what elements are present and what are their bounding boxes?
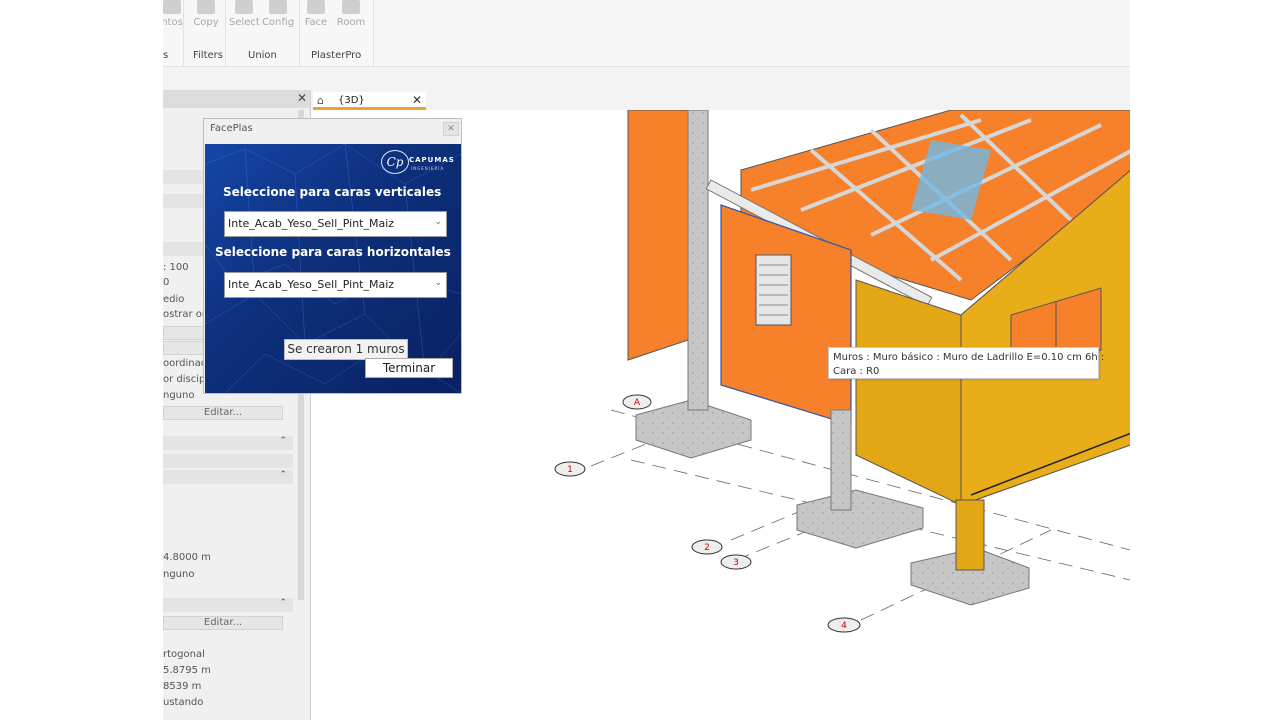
properties-close-button[interactable]: ✕ (297, 91, 307, 105)
vertical-faces-select[interactable]: Inte_Acab_Yeso_Sell_Pint_Maiz ⌄ (224, 211, 447, 237)
horizontal-faces-select[interactable]: Inte_Acab_Yeso_Sell_Pint_Maiz ⌄ (224, 272, 447, 298)
dialog-body: Cp CAPUMAS INGENIERIA Seleccione para ca… (205, 144, 461, 393)
select-value: Inte_Acab_Yeso_Sell_Pint_Maiz (228, 278, 395, 291)
copy-icon (197, 0, 215, 14)
tab-label: {3D} (338, 95, 365, 106)
wall-left[interactable] (627, 110, 689, 361)
edit-button[interactable]: Editar... (163, 406, 283, 420)
logo-name: CAPUMAS (409, 156, 455, 164)
properties-section-header[interactable]: ⌃ (163, 598, 293, 612)
select-icon (235, 0, 253, 14)
ribbon-group-union: Union (248, 50, 277, 61)
ribbon-button-room[interactable]: Room (335, 0, 367, 40)
tab-close-button[interactable]: ✕ (412, 93, 422, 107)
vertical-faces-label: Seleccione para caras verticales (223, 185, 442, 199)
properties-section-header[interactable] (163, 454, 293, 468)
ribbon-options-bar (163, 66, 1130, 90)
ribbon-separator (373, 0, 374, 66)
ribbon-button-label: Config (261, 17, 295, 28)
column (687, 110, 709, 411)
grid-label-3: 3 (733, 558, 739, 568)
properties-section-header[interactable]: ⌃ (163, 436, 293, 450)
grid-label-1: 1 (567, 465, 573, 475)
faceplas-dialog: FacePlas ✕ Cp CAPUMAS INGENIERIA Selecci… (203, 118, 462, 394)
ribbon-group-filters: Filters (193, 50, 223, 61)
property-value: 0 (163, 277, 170, 288)
chevron-down-icon: ⌄ (434, 217, 442, 227)
chevron-down-icon: ⌄ (434, 278, 442, 288)
ribbon-button-label: Face (304, 17, 328, 28)
property-value: nguno (163, 569, 195, 580)
ribbon-button-label: Room (336, 17, 366, 28)
horizontal-faces-label: Seleccione para caras horizontales (215, 245, 451, 259)
tooltip-line: Muros : Muro básico : Muro de Ladrillo E… (833, 352, 1105, 363)
property-value: oordinac (163, 358, 207, 369)
collapse-icon: ⌃ (279, 470, 287, 480)
column-yellow (955, 499, 985, 571)
property-value: nguno (163, 390, 195, 401)
column (830, 409, 852, 511)
ribbon-separator (225, 0, 226, 66)
ribbon-button-config[interactable]: Config (261, 0, 295, 40)
dialog-title: FacePlas (210, 123, 253, 134)
ribbon-button-copy[interactable]: Copy (193, 0, 219, 40)
grid-label-a: A (634, 398, 641, 408)
capumas-logo-icon: Cp (381, 150, 409, 174)
property-value: 8539 m (163, 681, 202, 692)
ribbon-button-label: Select (229, 17, 260, 28)
ribbon: ntos Copy Select Config Face Room s Filt… (163, 0, 1130, 90)
status-message: Se crearon 1 muros (284, 339, 408, 360)
room-icon (342, 0, 360, 14)
properties-header: ✕ (163, 90, 310, 108)
property-value: : 100 (163, 262, 189, 273)
finish-button[interactable]: Terminar (365, 358, 453, 378)
ribbon-button-face[interactable]: Face (301, 0, 331, 40)
tab-3d-view[interactable]: ⌂ {3D} ✕ (313, 92, 426, 110)
home-icon: ⌂ (317, 94, 324, 107)
grid-label-4: 4 (841, 621, 847, 631)
select-value: Inte_Acab_Yeso_Sell_Pint_Maiz (228, 217, 395, 230)
ribbon-button-select[interactable]: Select (229, 0, 260, 40)
ribbon-group-label: s (163, 50, 169, 61)
grid-label-2: 2 (704, 543, 710, 553)
ribbon-button-label: Copy (193, 17, 219, 28)
ribbon-separator (183, 0, 184, 66)
property-value: or discipl (163, 374, 209, 385)
properties-section-header[interactable]: ⌃ (163, 470, 293, 484)
elements-icon (163, 0, 181, 14)
collapse-icon: ⌃ (279, 598, 287, 608)
app-window: ntos Copy Select Config Face Room s Filt… (163, 0, 1130, 720)
element-tooltip: Muros : Muro básico : Muro de Ladrillo E… (828, 347, 1105, 379)
edit-button[interactable]: Editar... (163, 616, 283, 630)
ribbon-separator (299, 0, 300, 66)
config-icon (269, 0, 287, 14)
collapse-icon: ⌃ (279, 436, 287, 446)
tooltip-line: Cara : R0 (833, 366, 880, 377)
property-value: rtogonal (163, 649, 205, 660)
dialog-close-button[interactable]: ✕ (443, 122, 459, 136)
face-icon (307, 0, 325, 14)
property-value: edio (163, 294, 185, 305)
property-value: ustando (163, 697, 204, 708)
property-value: ostrar or (163, 309, 207, 320)
property-value: 5.8795 m (163, 665, 211, 676)
ribbon-group-plasterpro: PlasterPro (311, 50, 362, 61)
property-value: 4.8000 m (163, 552, 211, 563)
logo-subtitle: INGENIERIA (411, 166, 445, 171)
